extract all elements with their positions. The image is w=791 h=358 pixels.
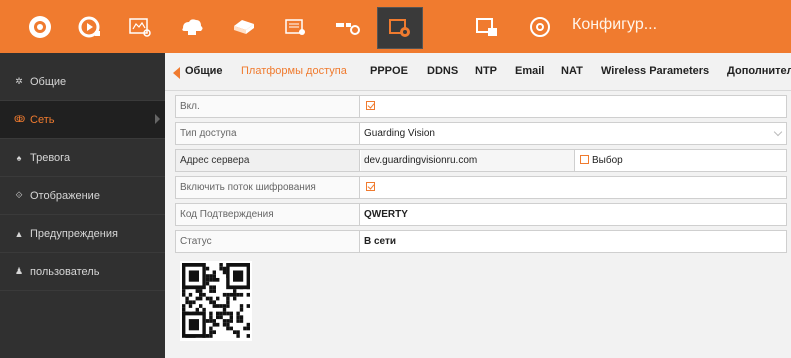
chevron-right-icon	[155, 114, 160, 124]
playback-icon	[78, 16, 100, 37]
live-view-button[interactable]	[18, 8, 62, 45]
sidebar-item-general[interactable]: ✲ Общие	[0, 63, 165, 101]
sidebar-item-network[interactable]: ↂ Сеть	[0, 101, 165, 139]
encryption-checkbox[interactable]	[366, 182, 375, 191]
server-address-row: Адрес сервера dev.guardingvisionru.com В…	[175, 149, 787, 172]
shutdown-icon	[530, 16, 550, 37]
sidebar-item-label: Тревога	[30, 151, 71, 164]
manage-button[interactable]	[465, 8, 509, 45]
sidebar-item-label: пользователь	[30, 265, 100, 278]
qr-code-icon	[182, 263, 250, 338]
server-address-value: dev.guardingvisionru.com	[364, 155, 478, 166]
sidebar-item-warnings[interactable]: ▲ Предупреждения	[0, 215, 165, 253]
playback-button[interactable]	[68, 8, 112, 45]
chevron-down-icon[interactable]	[773, 127, 783, 137]
configuration-icon	[389, 19, 410, 37]
picture-icon	[129, 17, 151, 37]
cloud-camera-icon	[182, 18, 203, 35]
verification-code-input[interactable]: QWERTY	[361, 204, 408, 225]
enable-label: Вкл.	[176, 96, 360, 117]
gear-icon: ✲	[15, 76, 23, 86]
top-toolbar: Конфигур...	[0, 0, 791, 53]
sidebar-item-label: Отображение	[30, 189, 100, 202]
status-value: В сети	[364, 236, 397, 247]
custom-server-label: Выбор	[592, 155, 623, 166]
tab-nat[interactable]: NAT	[561, 65, 583, 77]
server-address-label: Адрес сервера	[176, 150, 360, 171]
shutdown-button[interactable]	[518, 8, 562, 45]
display-icon: ⟐	[15, 190, 23, 200]
alarm-icon: ♠	[16, 152, 22, 163]
access-type-select[interactable]: Guarding Vision	[361, 123, 435, 144]
qr-code	[180, 261, 252, 341]
sidebar-item-display[interactable]: ⟐ Отображение	[0, 177, 165, 215]
page-title: Конфигур...	[572, 16, 658, 33]
status-label: Статус	[176, 231, 360, 252]
backup-icon	[234, 19, 254, 34]
encryption-label: Включить поток шифрования	[176, 177, 360, 198]
sidebar: ✲ Общие ↂ Сеть ♠ Тревога ⟐ Отображение ▲…	[0, 53, 165, 358]
access-type-row: Тип доступа Guarding Vision	[175, 122, 787, 145]
configuration-button[interactable]	[377, 7, 423, 49]
tab-email[interactable]: Email	[515, 65, 544, 77]
tab-ntp[interactable]: NTP	[475, 65, 497, 77]
live-view-icon	[29, 15, 51, 38]
verification-code-label: Код Подтверждения	[176, 204, 360, 225]
verification-code-row: Код Подтверждения QWERTY	[175, 203, 787, 226]
tab-platform-access[interactable]: Платформы доступа	[241, 65, 347, 77]
maintenance-button[interactable]	[274, 8, 318, 45]
manage-icon	[476, 17, 497, 36]
tab-ddns[interactable]: DDNS	[427, 65, 458, 77]
backup-button[interactable]	[222, 8, 266, 45]
sidebar-item-label: Общие	[30, 75, 67, 88]
access-type-label: Тип доступа	[176, 123, 360, 144]
picture-button[interactable]	[118, 8, 162, 45]
status-row: Статус В сети	[175, 230, 787, 253]
tab-bar: Общие Платформы доступа PPPOE DDNS NTP E…	[165, 53, 791, 91]
warning-icon: ▲	[14, 228, 24, 239]
maintenance-icon	[285, 18, 305, 35]
sidebar-item-user[interactable]: ♟ пользователь	[0, 253, 165, 291]
tab-pppoe[interactable]: PPPOE	[370, 65, 408, 77]
network-icon: ↂ	[14, 114, 26, 124]
sidebar-item-label: Сеть	[30, 113, 55, 126]
enable-row: Вкл.	[175, 95, 787, 118]
sidebar-item-label: Предупреждения	[30, 227, 118, 240]
custom-server-checkbox[interactable]	[580, 155, 589, 164]
tab-more[interactable]: Дополнител	[727, 65, 791, 77]
search-settings-icon	[336, 22, 360, 35]
tab-scroll-left-icon[interactable]	[173, 67, 180, 79]
enable-checkbox[interactable]	[366, 101, 375, 110]
encryption-row: Включить поток шифрования	[175, 176, 787, 199]
search-settings-button[interactable]	[326, 8, 370, 45]
sidebar-item-alarm[interactable]: ♠ Тревога	[0, 139, 165, 177]
user-icon: ♟	[14, 266, 24, 276]
cloud-camera-button[interactable]	[170, 8, 214, 45]
tab-wireless-parameters[interactable]: Wireless Parameters	[601, 65, 709, 77]
tab-general[interactable]: Общие	[185, 65, 223, 77]
